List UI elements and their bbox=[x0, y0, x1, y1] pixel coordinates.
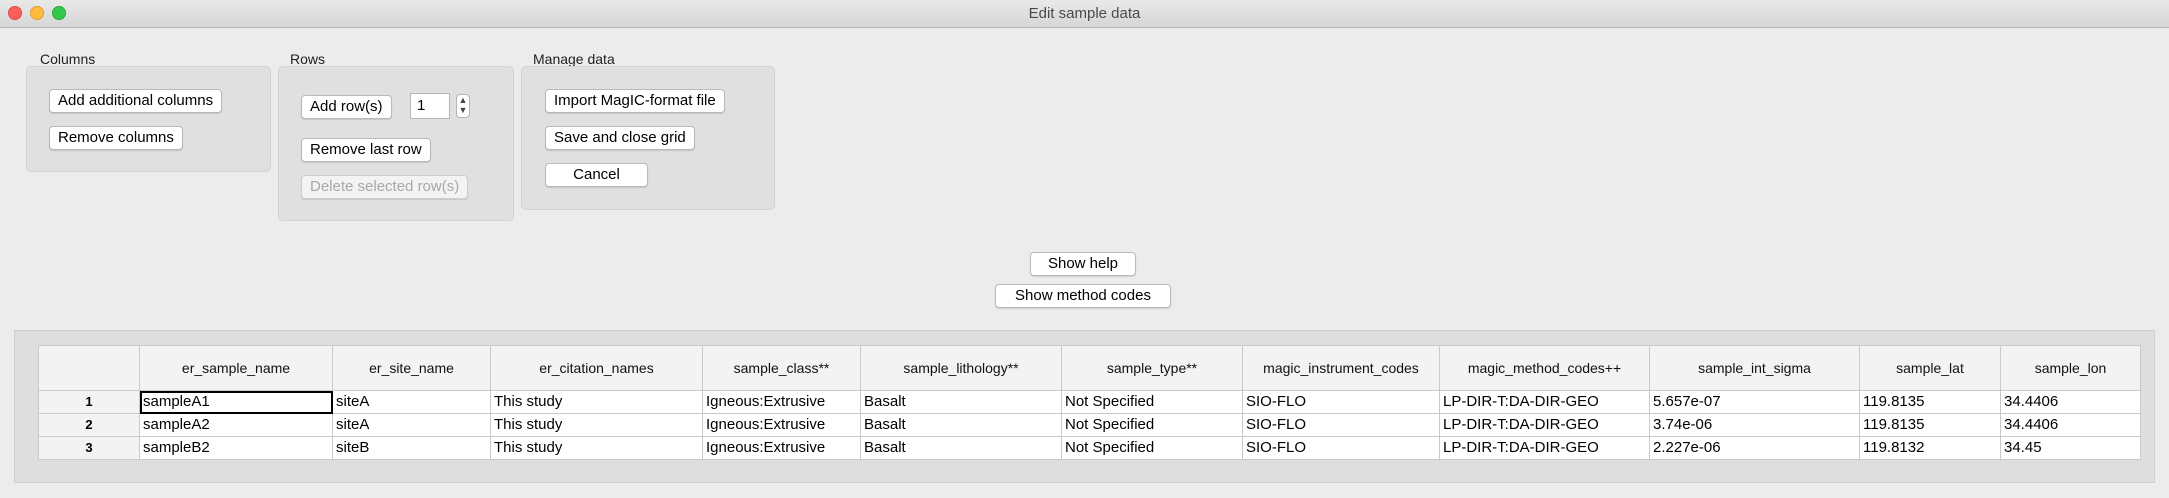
grid-cell[interactable]: 5.657e-07 bbox=[1649, 390, 1860, 414]
manage-data-group-label: Manage data bbox=[533, 51, 615, 67]
save-and-close-button[interactable]: Save and close grid bbox=[545, 126, 695, 150]
grid-cell[interactable]: 119.8135 bbox=[1859, 390, 2001, 414]
grid-header-row: er_sample_name er_site_name er_citation_… bbox=[38, 345, 2141, 391]
columns-group-label: Columns bbox=[40, 51, 96, 67]
title-bar: Edit sample data bbox=[0, 0, 2169, 28]
column-header[interactable]: sample_class** bbox=[702, 345, 861, 391]
add-rows-button[interactable]: Add row(s) bbox=[301, 95, 392, 119]
grid-cell[interactable]: 34.4406 bbox=[2000, 413, 2141, 437]
grid-cell[interactable]: Not Specified bbox=[1061, 436, 1243, 460]
column-header[interactable]: magic_method_codes++ bbox=[1439, 345, 1650, 391]
window-title: Edit sample data bbox=[1028, 5, 1141, 22]
grid-cell[interactable]: LP-DIR-T:DA-DIR-GEO bbox=[1439, 413, 1650, 437]
grid-cell[interactable]: sampleB2 bbox=[139, 436, 333, 460]
column-header[interactable]: sample_type** bbox=[1061, 345, 1243, 391]
remove-last-row-button[interactable]: Remove last row bbox=[301, 138, 431, 162]
column-header[interactable]: sample_int_sigma bbox=[1649, 345, 1860, 391]
grid-cell[interactable]: This study bbox=[490, 390, 703, 414]
delete-selected-rows-button[interactable]: Delete selected row(s) bbox=[301, 175, 469, 199]
grid-cell[interactable]: This study bbox=[490, 436, 703, 460]
add-columns-button[interactable]: Add additional columns bbox=[49, 89, 223, 113]
row-label[interactable]: 2 bbox=[38, 413, 140, 437]
grid-cell[interactable]: 119.8135 bbox=[1859, 413, 2001, 437]
grid-cell[interactable]: SIO-FLO bbox=[1242, 413, 1440, 437]
column-header[interactable]: er_sample_name bbox=[139, 345, 333, 391]
table-row: 2 sampleA2 siteA This study Igneous:Extr… bbox=[38, 413, 2141, 437]
grid-cell[interactable]: Igneous:Extrusive bbox=[702, 436, 861, 460]
column-header[interactable]: er_site_name bbox=[332, 345, 491, 391]
grid-cell[interactable]: SIO-FLO bbox=[1242, 436, 1440, 460]
row-label[interactable]: 1 bbox=[38, 390, 140, 414]
rows-group-label: Rows bbox=[290, 51, 326, 67]
row-count-input[interactable]: 1 bbox=[410, 93, 450, 119]
show-method-codes-button[interactable]: Show method codes bbox=[995, 284, 1171, 308]
grid-cell[interactable]: siteA bbox=[332, 413, 491, 437]
grid-cell[interactable]: 34.4406 bbox=[2000, 390, 2141, 414]
column-header[interactable]: sample_lat bbox=[1859, 345, 2001, 391]
grid-corner-cell[interactable] bbox=[38, 345, 140, 391]
show-help-button[interactable]: Show help bbox=[1030, 252, 1136, 276]
grid-cell[interactable]: Not Specified bbox=[1061, 413, 1243, 437]
table-row: 3 sampleB2 siteB This study Igneous:Extr… bbox=[38, 436, 2141, 460]
row-count-stepper[interactable]: ▲ ▼ bbox=[456, 94, 470, 118]
grid-cell[interactable]: LP-DIR-T:DA-DIR-GEO bbox=[1439, 390, 1650, 414]
grid-cell[interactable]: siteA bbox=[332, 390, 491, 414]
grid-cell[interactable]: 3.74e-06 bbox=[1649, 413, 1860, 437]
grid-cell[interactable]: LP-DIR-T:DA-DIR-GEO bbox=[1439, 436, 1650, 460]
grid-cell[interactable]: sampleA2 bbox=[139, 413, 333, 437]
grid-cell[interactable]: SIO-FLO bbox=[1242, 390, 1440, 414]
grid-cell[interactable]: This study bbox=[490, 413, 703, 437]
grid-cell[interactable]: siteB bbox=[332, 436, 491, 460]
grid-cell[interactable]: Not Specified bbox=[1061, 390, 1243, 414]
grid-cell[interactable]: 34.45 bbox=[2000, 436, 2141, 460]
column-header[interactable]: sample_lon bbox=[2000, 345, 2141, 391]
grid-cell[interactable]: 119.8132 bbox=[1859, 436, 2001, 460]
row-label[interactable]: 3 bbox=[38, 436, 140, 460]
cancel-button[interactable]: Cancel bbox=[545, 163, 648, 187]
remove-columns-button[interactable]: Remove columns bbox=[49, 126, 183, 150]
column-header[interactable]: magic_instrument_codes bbox=[1242, 345, 1440, 391]
table-row: 1 sampleA1 siteA This study Igneous:Extr… bbox=[38, 390, 2141, 414]
grid-cell[interactable]: Basalt bbox=[860, 436, 1062, 460]
sample-data-grid: er_sample_name er_site_name er_citation_… bbox=[38, 345, 2141, 460]
column-header[interactable]: er_citation_names bbox=[490, 345, 703, 391]
grid-cell[interactable]: Basalt bbox=[860, 390, 1062, 414]
columns-group bbox=[26, 66, 271, 172]
grid-cell[interactable]: Igneous:Extrusive bbox=[702, 390, 861, 414]
grid-cell[interactable]: 2.227e-06 bbox=[1649, 436, 1860, 460]
import-magic-file-button[interactable]: Import MagIC-format file bbox=[545, 89, 725, 113]
grid-cell[interactable]: Igneous:Extrusive bbox=[702, 413, 861, 437]
grid-cell[interactable]: sampleA1 bbox=[139, 390, 333, 414]
column-header[interactable]: sample_lithology** bbox=[860, 345, 1062, 391]
grid-cell[interactable]: Basalt bbox=[860, 413, 1062, 437]
